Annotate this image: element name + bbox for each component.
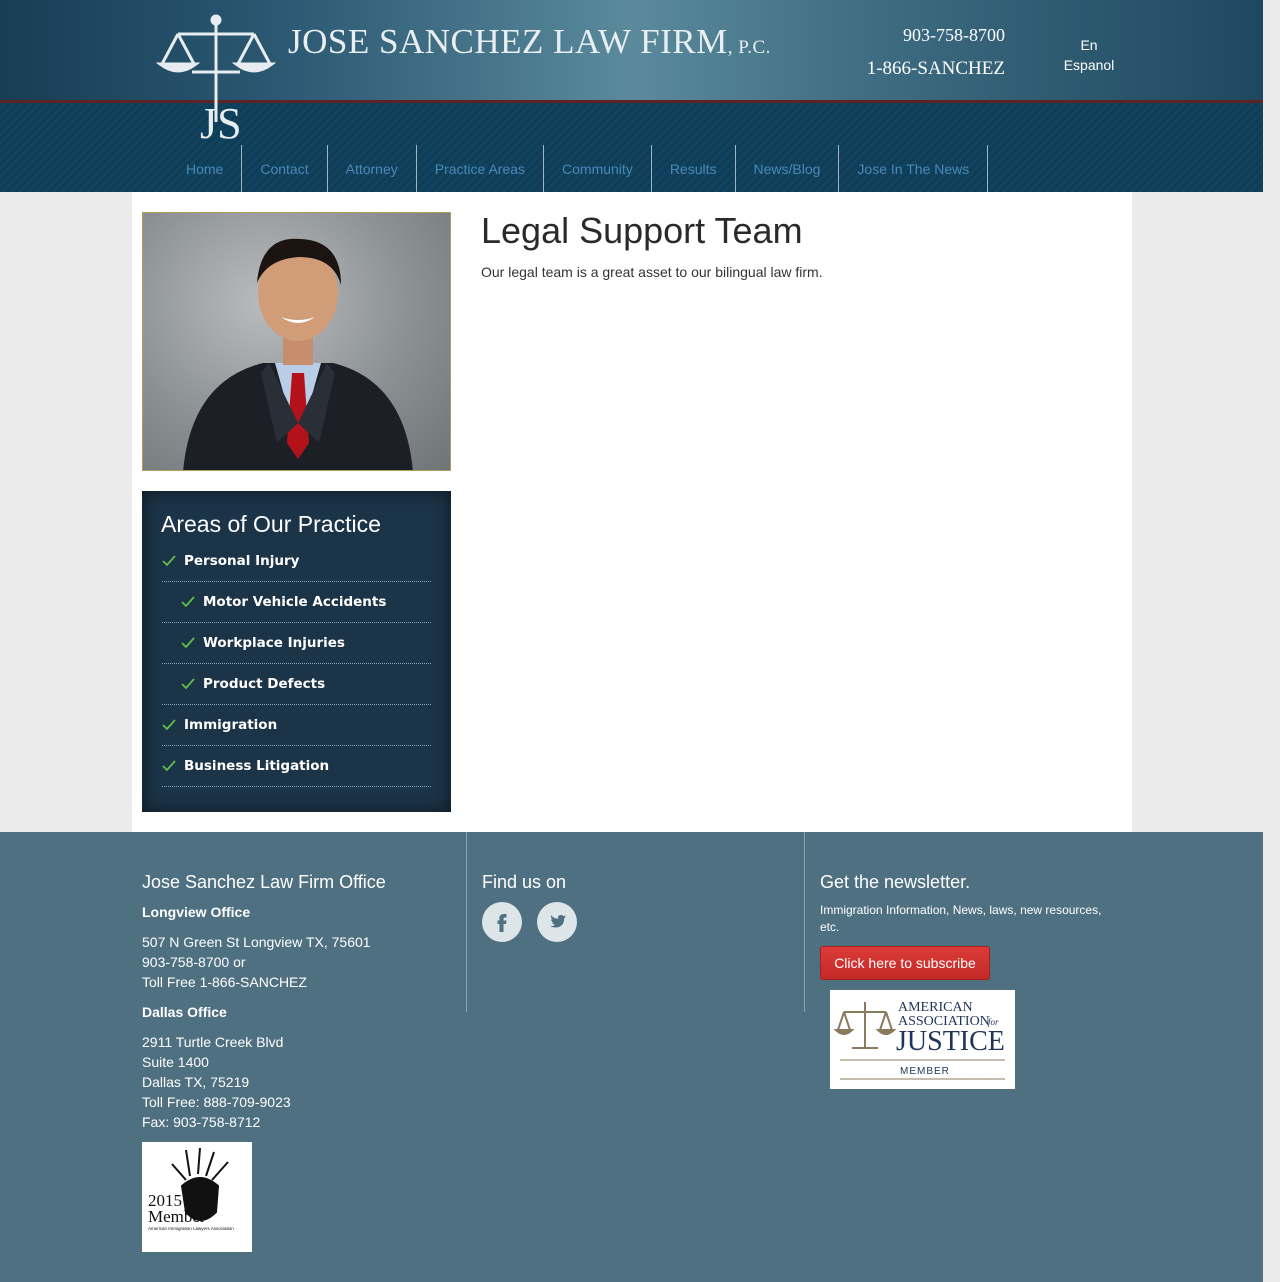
svg-text:MEMBER: MEMBER <box>900 1066 950 1077</box>
phone-tollfree: 1-866-SANCHEZ <box>866 58 1005 79</box>
site-footer: Jose Sanchez Law Firm Office Longview Of… <box>0 832 1263 1282</box>
language-english-link[interactable]: En <box>1050 37 1128 53</box>
checkmark-icon <box>181 678 195 690</box>
longview-phone: 903-758-8700 or <box>142 954 246 970</box>
practice-areas-panel: Areas of Our Practice Personal Injury Mo… <box>142 491 451 812</box>
checkmark-icon <box>181 637 195 649</box>
nav-item-news-blog[interactable]: News/Blog <box>736 145 840 192</box>
practice-item-business-litigation[interactable]: Business Litigation <box>162 746 431 787</box>
language-spanish-link[interactable]: Espanol <box>1050 57 1128 73</box>
nav-item-community[interactable]: Community <box>544 145 652 192</box>
dallas-suite: Suite 1400 <box>142 1054 209 1070</box>
phone-local: 903-758-8700 <box>903 25 1005 45</box>
page-intro-text: Our legal team is a great asset to our b… <box>481 264 823 280</box>
longview-tollfree: Toll Free 1-866-SANCHEZ <box>142 974 307 990</box>
firm-name-text: JOSE SANCHEZ LAW FIRM <box>288 22 728 61</box>
twitter-link[interactable] <box>537 902 577 942</box>
nav-item-home[interactable]: Home <box>168 145 243 192</box>
dallas-city: Dallas TX, 75219 <box>142 1074 250 1090</box>
site-header: JS JOSE SANCHEZ LAW FIRM, P.C. 903-758-8… <box>0 0 1263 192</box>
facebook-link[interactable] <box>482 902 522 942</box>
practice-item-label: Workplace Injuries <box>203 635 345 651</box>
practice-item-immigration[interactable]: Immigration <box>162 705 431 746</box>
footer-divider <box>466 832 467 1012</box>
twitter-icon <box>550 915 566 928</box>
newsletter-heading: Get the newsletter. <box>820 872 971 892</box>
dallas-fax: Fax: 903-758-8712 <box>142 1114 261 1130</box>
main-nav: Home Contact Attorney Practice Areas Com… <box>168 145 989 192</box>
attorney-portrait <box>142 212 451 471</box>
page-title: Legal Support Team <box>481 210 803 251</box>
svg-text:American Immigration Lawyers A: American Immigration Lawyers Association <box>148 1226 234 1231</box>
longview-office-label: Longview Office <box>142 904 251 920</box>
svg-text:Member: Member <box>148 1207 206 1226</box>
scales-of-justice-logo-icon[interactable]: JS <box>156 12 276 142</box>
newsletter-description: Immigration Information, News, laws, new… <box>820 903 1102 934</box>
practice-item-label: Business Litigation <box>184 758 330 774</box>
nav-item-results[interactable]: Results <box>652 145 736 192</box>
checkmark-icon <box>181 596 195 608</box>
find-us-heading: Find us on <box>482 872 567 892</box>
firm-suffix: , P.C. <box>727 37 771 58</box>
attorney-portrait-illustration <box>183 238 413 470</box>
practice-item-workplace-injuries[interactable]: Workplace Injuries <box>162 623 431 664</box>
practice-item-personal-injury[interactable]: Personal Injury <box>162 541 431 582</box>
dallas-tollfree: Toll Free: 888-709-9023 <box>142 1094 291 1110</box>
aaj-member-badge: AMERICAN ASSOCIATION for JUSTICE MEMBER <box>830 990 1015 1089</box>
practice-item-product-defects[interactable]: Product Defects <box>162 664 431 705</box>
firm-name[interactable]: JOSE SANCHEZ LAW FIRM, P.C. <box>288 22 771 62</box>
main-content: Areas of Our Practice Personal Injury Mo… <box>132 192 1132 832</box>
subscribe-button[interactable]: Click here to subscribe <box>820 946 990 980</box>
practice-areas-title: Areas of Our Practice <box>161 511 381 537</box>
nav-item-jose-in-the-news[interactable]: Jose In The News <box>839 145 989 192</box>
nav-item-contact[interactable]: Contact <box>242 145 328 192</box>
practice-item-label: Personal Injury <box>184 553 300 569</box>
checkmark-icon <box>162 760 176 772</box>
dallas-office-label: Dallas Office <box>142 1004 227 1020</box>
dallas-street: 2911 Turtle Creek Blvd <box>142 1034 284 1050</box>
footer-divider <box>804 832 805 1012</box>
checkmark-icon <box>162 719 176 731</box>
office-heading: Jose Sanchez Law Firm Office <box>142 872 386 892</box>
svg-text:AMERICAN: AMERICAN <box>898 1000 973 1015</box>
nav-item-practice-areas[interactable]: Practice Areas <box>417 145 545 192</box>
practice-item-label: Immigration <box>184 717 278 733</box>
aila-member-badge: 2015 Member American Immigration Lawyers… <box>142 1142 252 1252</box>
svg-text:JUSTICE: JUSTICE <box>896 1026 1005 1057</box>
practice-areas-list: Personal Injury Motor Vehicle Accidents … <box>162 541 431 787</box>
aaj-badge-graphic: AMERICAN ASSOCIATION for JUSTICE MEMBER <box>833 1000 1005 1080</box>
facebook-icon <box>497 914 507 932</box>
longview-address: 507 N Green St Longview TX, 75601 <box>142 934 371 950</box>
practice-item-label: Product Defects <box>203 676 326 692</box>
practice-item-label: Motor Vehicle Accidents <box>203 594 387 610</box>
checkmark-icon <box>162 555 176 567</box>
nav-item-attorney[interactable]: Attorney <box>328 145 417 192</box>
practice-item-motor-vehicle-accidents[interactable]: Motor Vehicle Accidents <box>162 582 431 623</box>
svg-text:JS: JS <box>200 99 242 142</box>
aila-badge-graphic: 2015 Member American Immigration Lawyers… <box>148 1147 234 1231</box>
